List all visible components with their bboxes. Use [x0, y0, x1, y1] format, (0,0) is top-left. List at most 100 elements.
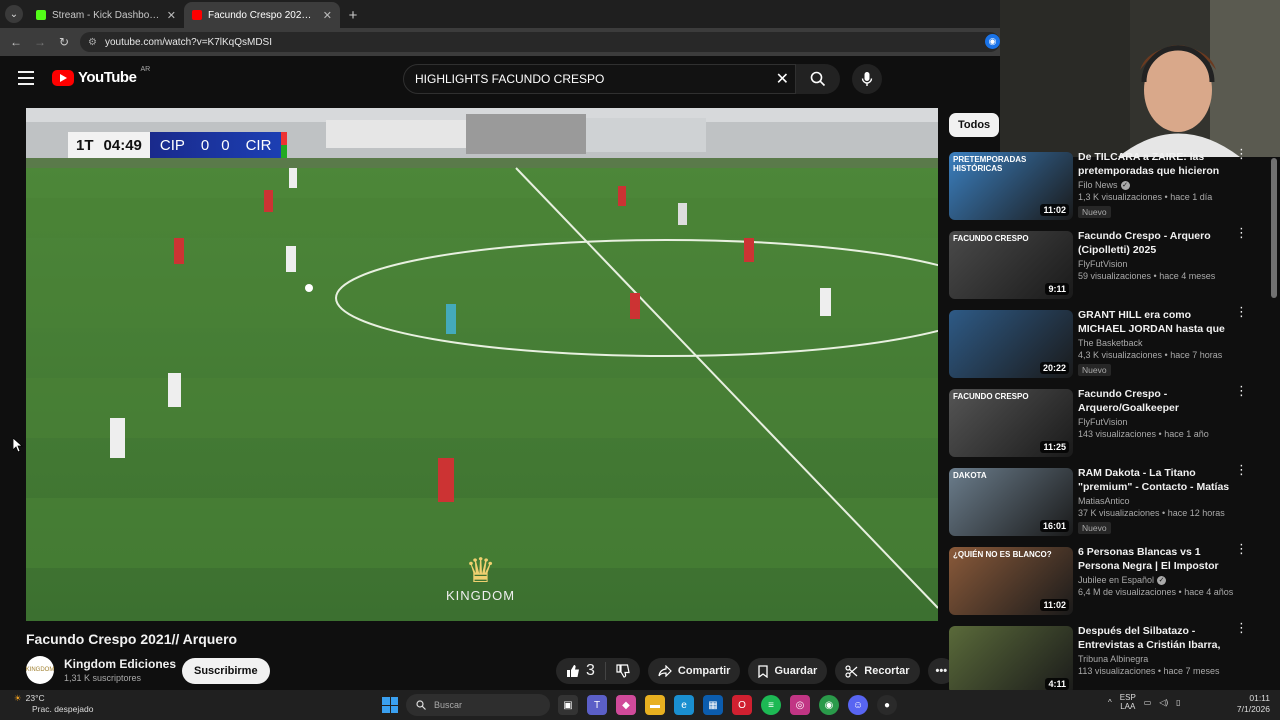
- avatar-text: KINGDOM: [25, 667, 55, 673]
- video-title[interactable]: Facundo Crespo - Arquero/Goalkeeper: [1078, 387, 1230, 415]
- channel-name[interactable]: Tribuna Albinegra: [1078, 654, 1230, 664]
- close-tab-icon[interactable]: ✕: [167, 9, 176, 22]
- search-icon: [810, 71, 826, 87]
- clip-button[interactable]: Recortar: [835, 658, 920, 684]
- watermark: ♛ KINGDOM: [446, 554, 515, 603]
- taskbar-search[interactable]: Buscar: [406, 694, 550, 716]
- recommended-video[interactable]: FACUNDO CRESPO 9:11 Facundo Crespo - Arq…: [949, 226, 1254, 306]
- video-title[interactable]: RAM Dakota - La Titano "premium" - Conta…: [1078, 466, 1230, 494]
- channel-name[interactable]: The Basketback: [1078, 338, 1230, 348]
- edge-icon[interactable]: e: [674, 695, 694, 715]
- recommended-video[interactable]: DAKOTA 16:01 RAM Dakota - La Titano "pre…: [949, 463, 1254, 543]
- video-title[interactable]: Después del Silbatazo - Entrevistas a Cr…: [1078, 624, 1230, 652]
- address-bar[interactable]: ⚙ youtube.com/watch?v=K7lKqQsMDSI: [80, 32, 1000, 52]
- close-tab-icon[interactable]: ✕: [323, 9, 332, 22]
- browser-tab-youtube[interactable]: Facundo Crespo 2021// Arquero ✕: [184, 2, 340, 28]
- scrollbar[interactable]: [1271, 158, 1277, 298]
- voice-search-button[interactable]: [852, 64, 882, 94]
- video-title[interactable]: Facundo Crespo - Arquero (Cipolletti) 20…: [1078, 229, 1230, 257]
- weather-widget[interactable]: ☀ 23°C Prac. despejado: [14, 693, 93, 714]
- thumbs-down-icon: [616, 664, 630, 678]
- task-view-icon[interactable]: ▣: [558, 695, 578, 715]
- recommended-video[interactable]: PRETEMPORADAS HISTÓRICAS 11:02 De TILCAR…: [949, 147, 1254, 227]
- spotify-icon[interactable]: ≡: [761, 695, 781, 715]
- like-button[interactable]: 3: [556, 662, 606, 680]
- channel-name[interactable]: Kingdom Ediciones: [64, 657, 176, 671]
- thumbnail-caption: FACUNDO CRESPO: [953, 234, 1029, 243]
- dislike-button[interactable]: [606, 664, 640, 678]
- teams-icon[interactable]: T: [587, 695, 607, 715]
- new-tab-button[interactable]: +: [340, 2, 366, 28]
- search-input[interactable]: HIGHLIGHTS FACUNDO CRESPO ✕: [403, 64, 796, 94]
- network-icon[interactable]: ▭: [1144, 698, 1152, 707]
- channel-name[interactable]: MatiasAntico: [1078, 496, 1230, 506]
- file-explorer-icon[interactable]: ▬: [645, 695, 665, 715]
- more-vertical-icon[interactable]: ⋮: [1235, 463, 1248, 476]
- save-label: Guardar: [774, 665, 818, 677]
- more-vertical-icon[interactable]: ⋮: [1235, 305, 1248, 318]
- discord-icon[interactable]: ☺: [848, 695, 868, 715]
- home-team: CIP: [159, 136, 185, 154]
- video-thumbnail[interactable]: 20:22: [949, 310, 1073, 378]
- more-vertical-icon[interactable]: ⋮: [1235, 226, 1248, 239]
- search-button[interactable]: [796, 64, 840, 94]
- youtube-play-icon: [52, 69, 74, 86]
- opera-icon[interactable]: O: [732, 695, 752, 715]
- volume-icon[interactable]: ◁): [1159, 698, 1168, 707]
- share-button[interactable]: Compartir: [647, 658, 741, 684]
- video-stats: 1,3 K visualizaciones • hace 1 día: [1078, 192, 1213, 203]
- browser-tab-kick[interactable]: Stream - Kick Dashboard ✕: [28, 2, 184, 28]
- youtube-header: YouTube AR HIGHLIGHTS FACUNDO CRESPO ✕: [0, 56, 1000, 100]
- home-score: 0: [200, 136, 210, 154]
- more-vertical-icon[interactable]: ⋮: [1235, 621, 1248, 634]
- windows-start-icon[interactable]: [382, 697, 398, 713]
- video-thumbnail[interactable]: ¿QUIÉN NO ES BLANCO? 11:02: [949, 547, 1073, 615]
- channel-avatar[interactable]: KINGDOM: [26, 656, 54, 684]
- battery-icon[interactable]: ▯: [1176, 698, 1180, 707]
- video-title[interactable]: 6 Personas Blancas vs 1 Persona Negra | …: [1078, 545, 1230, 573]
- clock-time: 01:11: [1249, 693, 1270, 703]
- video-thumbnail[interactable]: FACUNDO CRESPO 9:11: [949, 231, 1073, 299]
- more-vertical-icon[interactable]: ⋮: [1235, 542, 1248, 555]
- tab-search-button[interactable]: ⌄: [0, 0, 28, 28]
- youtube-logo[interactable]: YouTube AR: [52, 66, 150, 86]
- menu-icon[interactable]: [18, 71, 34, 85]
- subscribe-button[interactable]: Suscribirme: [182, 658, 270, 684]
- more-vertical-icon[interactable]: ⋮: [1235, 147, 1248, 160]
- save-button[interactable]: Guardar: [748, 658, 828, 684]
- reload-button[interactable]: ↻: [54, 32, 74, 52]
- crown-icon: ♛: [465, 552, 496, 590]
- copilot-icon[interactable]: ◆: [616, 695, 636, 715]
- chrome-icon[interactable]: ◉: [819, 695, 839, 715]
- filter-chip-all[interactable]: Todos: [949, 113, 1000, 137]
- microphone-icon: [861, 72, 873, 86]
- language-indicator[interactable]: ESP LAA: [1120, 693, 1136, 711]
- video-title[interactable]: De TILCARA a ZAIRE: las pretemporadas qu…: [1078, 150, 1230, 178]
- video-title[interactable]: GRANT HILL era como MICHAEL JORDAN hasta…: [1078, 308, 1230, 336]
- obs-icon[interactable]: ●: [877, 695, 897, 715]
- channel-name[interactable]: Filo News ✓: [1078, 180, 1230, 191]
- video-thumbnail[interactable]: DAKOTA 16:01: [949, 468, 1073, 536]
- more-vertical-icon[interactable]: ⋮: [1235, 384, 1248, 397]
- channel-name[interactable]: FlyFutVision: [1078, 417, 1230, 427]
- taskbar-clock[interactable]: 01:11 7/1/2026: [1228, 693, 1270, 715]
- profile-icon[interactable]: ◉: [985, 34, 1000, 49]
- video-thumbnail[interactable]: PRETEMPORADAS HISTÓRICAS 11:02: [949, 152, 1073, 220]
- video-thumbnail[interactable]: FACUNDO CRESPO 11:25: [949, 389, 1073, 457]
- chevron-up-icon[interactable]: ^: [1108, 698, 1112, 707]
- recommended-video[interactable]: FACUNDO CRESPO 11:25 Facundo Crespo - Ar…: [949, 384, 1254, 464]
- store-icon[interactable]: ▦: [703, 695, 723, 715]
- channel-name[interactable]: Jubilee en Español ✓: [1078, 575, 1230, 586]
- channel-name[interactable]: FlyFutVision: [1078, 259, 1230, 269]
- site-info-icon[interactable]: ⚙: [88, 37, 97, 48]
- video-thumbnail[interactable]: 4:11: [949, 626, 1073, 694]
- instagram-icon[interactable]: ◎: [790, 695, 810, 715]
- forward-button[interactable]: →: [30, 32, 50, 52]
- away-score: 0: [221, 136, 230, 154]
- recommended-video[interactable]: ¿QUIÉN NO ES BLANCO? 11:02 6 Personas Bl…: [949, 542, 1254, 622]
- thumbs-up-icon: [567, 665, 579, 677]
- back-button[interactable]: ←: [6, 32, 26, 52]
- recommended-video[interactable]: 20:22 GRANT HILL era como MICHAEL JORDAN…: [949, 305, 1254, 385]
- video-player[interactable]: 1T 04:49 CIP 0 0 CIR ♛ KINGDOM: [26, 108, 938, 621]
- clear-search-icon[interactable]: ✕: [776, 69, 789, 89]
